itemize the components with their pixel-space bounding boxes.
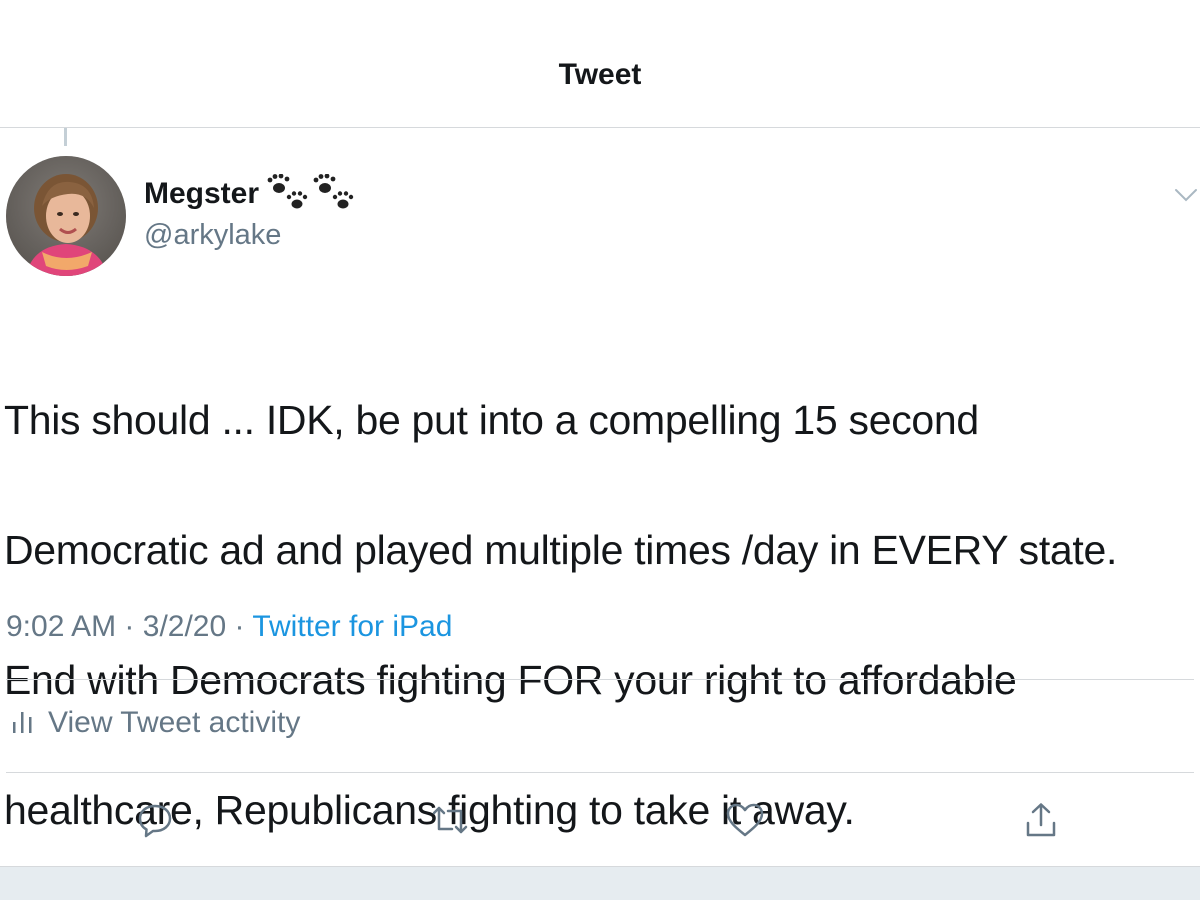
view-activity-button[interactable]: View Tweet activity xyxy=(12,706,300,740)
retweet-button[interactable] xyxy=(430,800,470,840)
retweet-icon xyxy=(432,806,468,834)
share-icon xyxy=(1026,803,1056,837)
reply-button[interactable] xyxy=(135,800,175,840)
like-button[interactable] xyxy=(725,800,765,840)
heart-icon xyxy=(726,803,764,837)
tweet-text-line: Democratic ad and played multiple times … xyxy=(4,527,1118,573)
tweet-time: 9:02 AM xyxy=(6,610,117,643)
display-name[interactable]: Megster xyxy=(144,177,259,211)
bar-chart-icon xyxy=(12,708,34,739)
top-bar: Tweet xyxy=(0,0,1200,128)
author-name-row[interactable]: Megster xyxy=(144,174,355,214)
tweet-date: 3/2/20 xyxy=(142,610,227,643)
paw-prints-icon xyxy=(267,174,355,214)
avatar[interactable] xyxy=(6,156,126,276)
meta-separator: · xyxy=(234,610,245,643)
tweet-meta: 9:02 AM · 3/2/20 · Twitter for iPad xyxy=(6,610,452,644)
bottom-band xyxy=(0,866,1200,900)
meta-separator: · xyxy=(124,610,135,643)
divider xyxy=(6,772,1194,773)
tweet-source-link[interactable]: Twitter for iPad xyxy=(252,610,452,643)
divider xyxy=(6,679,1194,680)
thread-line xyxy=(64,128,67,146)
author-handle[interactable]: @arkylake xyxy=(144,219,281,252)
tweet-text-line: End with Democrats fighting FOR your rig… xyxy=(4,657,1017,703)
share-button[interactable] xyxy=(1021,800,1061,840)
page-title: Tweet xyxy=(558,58,642,91)
chevron-down-icon[interactable] xyxy=(1174,186,1198,204)
reply-icon xyxy=(138,804,172,838)
view-activity-label[interactable]: View Tweet activity xyxy=(48,706,300,740)
tweet-text-line: This should ... IDK, be put into a compe… xyxy=(4,397,979,443)
